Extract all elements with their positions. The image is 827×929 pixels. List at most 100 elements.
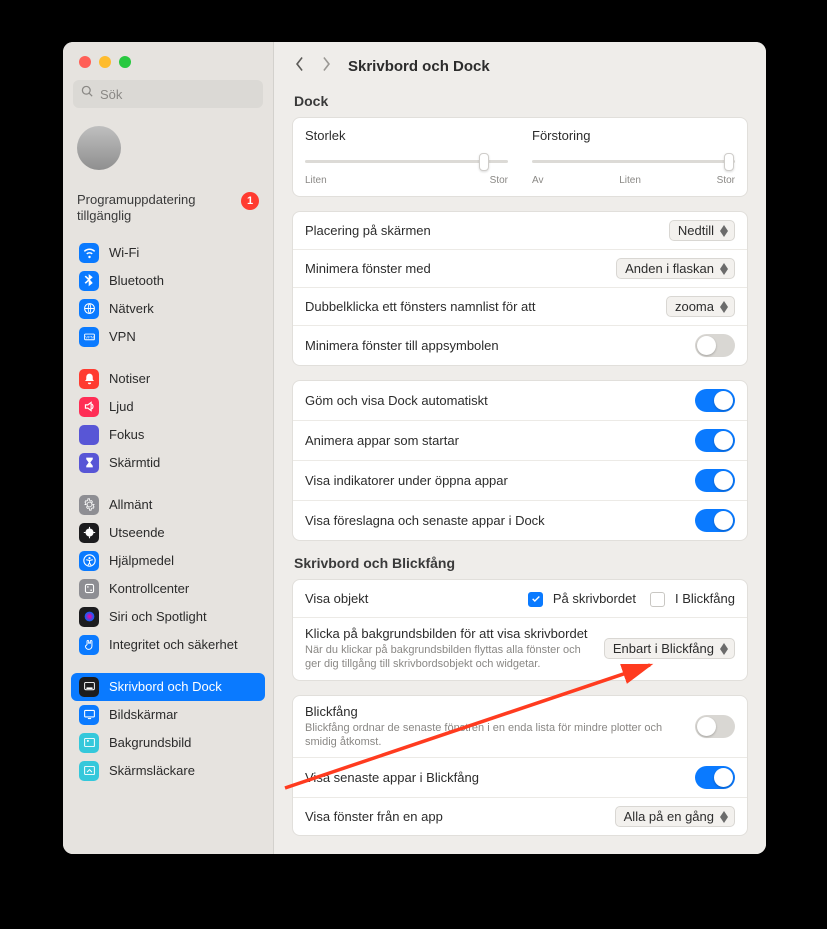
mag-slider[interactable] <box>532 151 735 171</box>
sidebar-item-label: Integritet och säkerhet <box>109 637 238 652</box>
sidebar-item-sk-rmsl-ckare[interactable]: Skärmsläckare <box>71 757 265 785</box>
sidebar-item-ljud[interactable]: Ljud <box>71 393 265 421</box>
sidebar-item-wi-fi[interactable]: Wi-Fi <box>71 239 265 267</box>
size-min-label: Liten <box>305 175 327 186</box>
size-label: Storlek <box>305 128 508 143</box>
sidebar-item-integritet-och-s-kerhet[interactable]: Integritet och säkerhet <box>71 631 265 659</box>
avatar[interactable] <box>77 126 121 170</box>
sidebar-item-vpn[interactable]: VPNVPN <box>71 323 265 351</box>
topbar: Skrivbord och Dock <box>274 42 766 87</box>
wallpaper-icon <box>79 733 99 753</box>
sidebar-item-kontrollcenter[interactable]: Kontrollcenter <box>71 575 265 603</box>
sidebar-item-notiser[interactable]: Notiser <box>71 365 265 393</box>
chevron-updown-icon <box>720 263 728 275</box>
in-stage-checkbox[interactable] <box>650 592 665 607</box>
sidebar-item-label: Skärmtid <box>109 455 160 470</box>
sidebar-item-label: Utseende <box>109 525 165 540</box>
size-slider-knob[interactable] <box>479 153 489 171</box>
software-update-item[interactable]: Programuppdatering tillgänglig 1 <box>63 176 273 233</box>
chevron-updown-icon <box>720 225 728 237</box>
sidebar-item-skrivbord-och-dock[interactable]: Skrivbord och Dock <box>71 673 265 701</box>
click-bg-desc: När du klickar på bakgrundsbilden flytta… <box>305 643 594 672</box>
sidebar-item-fokus[interactable]: Fokus <box>71 421 265 449</box>
size-slider[interactable] <box>305 151 508 171</box>
position-select[interactable]: Nedtill <box>669 220 735 241</box>
bell-icon <box>79 369 99 389</box>
sidebar-nav: Wi-Fi Bluetooth Nätverk VPNVPN Notiser Ljud Fo… <box>63 233 273 855</box>
min-to-app-label: Minimera fönster till appsymbolen <box>305 338 499 353</box>
zoom-window-button[interactable] <box>119 56 131 68</box>
window-controls <box>63 42 273 80</box>
forward-button[interactable] <box>320 56 334 77</box>
sidebar-item-hj-lpmedel[interactable]: Hjälpmedel <box>71 547 265 575</box>
settings-window: Programuppdatering tillgänglig 1 Wi-Fi Bl… <box>63 42 766 854</box>
sidebar-item-label: Wi-Fi <box>109 245 139 260</box>
software-update-label: Programuppdatering tillgänglig <box>77 192 231 225</box>
click-bg-select[interactable]: Enbart i Blickfång <box>604 638 735 659</box>
screensaver-icon <box>79 761 99 781</box>
dblclick-select[interactable]: zooma <box>666 296 735 317</box>
sidebar-item-label: Siri och Spotlight <box>109 609 207 624</box>
sidebar-item-utseende[interactable]: Utseende <box>71 519 265 547</box>
sidebar-item-label: Kontrollcenter <box>109 581 189 596</box>
page-title: Skrivbord och Dock <box>348 58 490 75</box>
dblclick-label: Dubbelklicka ett fönsters namnlist för a… <box>305 299 536 314</box>
stage-manager-card: Blickfång Blickfång ordnar de senaste fö… <box>292 695 748 837</box>
dock-sliders-card: Storlek Liten Stor Förstoring <box>292 117 748 197</box>
search-input[interactable] <box>100 87 255 102</box>
windows-from-select[interactable]: Alla på en gång <box>615 806 735 827</box>
sidebar-item-bluetooth[interactable]: Bluetooth <box>71 267 265 295</box>
sidebar-item-label: Bluetooth <box>109 273 164 288</box>
search-field[interactable] <box>73 80 263 108</box>
recent-apps-toggle[interactable] <box>695 766 735 789</box>
sidebar-item-label: Allmänt <box>109 497 152 512</box>
wifi-icon <box>79 243 99 263</box>
stage-toggle[interactable] <box>695 715 735 738</box>
autohide-toggle[interactable] <box>695 389 735 412</box>
sidebar-item-label: Ljud <box>109 399 134 414</box>
show-items-card: Visa objekt På skrivbordet I Blickfång K… <box>292 579 748 681</box>
mag-min-label: Liten <box>619 175 641 186</box>
show-items-label: Visa objekt <box>305 591 368 606</box>
sidebar-item-label: Nätverk <box>109 301 154 316</box>
back-button[interactable] <box>292 56 306 77</box>
sidebar-item-label: Bildskärmar <box>109 707 178 722</box>
indicators-toggle[interactable] <box>695 469 735 492</box>
minimize-effect-select[interactable]: Anden i flaskan <box>616 258 735 279</box>
close-window-button[interactable] <box>79 56 91 68</box>
svg-text:VPN: VPN <box>85 335 93 340</box>
sidebar-item-label: Skrivbord och Dock <box>109 679 222 694</box>
content-scroll[interactable]: Dock Storlek Liten Stor <box>274 87 766 854</box>
moon-icon <box>79 425 99 445</box>
accessibility-icon <box>79 551 99 571</box>
min-to-app-toggle[interactable] <box>695 334 735 357</box>
sidebar-item-allm-nt[interactable]: Allmänt <box>71 491 265 519</box>
sidebar: Programuppdatering tillgänglig 1 Wi-Fi Bl… <box>63 42 274 854</box>
dock-options-card: Placering på skärmen Nedtill Minimera fö… <box>292 211 748 366</box>
indicators-label: Visa indikatorer under öppna appar <box>305 473 508 488</box>
minimize-window-button[interactable] <box>99 56 111 68</box>
sidebar-item-label: Bakgrundsbild <box>109 735 191 750</box>
suggested-toggle[interactable] <box>695 509 735 532</box>
hand-icon <box>79 635 99 655</box>
sidebar-item-bakgrundsbild[interactable]: Bakgrundsbild <box>71 729 265 757</box>
sidebar-item-label: Hjälpmedel <box>109 553 174 568</box>
on-desktop-checkbox[interactable] <box>528 592 543 607</box>
mag-slider-knob[interactable] <box>724 153 734 171</box>
bluetooth-icon <box>79 271 99 291</box>
chevron-updown-icon <box>720 301 728 313</box>
sound-icon <box>79 397 99 417</box>
sidebar-item-sk-rmtid[interactable]: Skärmtid <box>71 449 265 477</box>
sidebar-item-n-tverk[interactable]: Nätverk <box>71 295 265 323</box>
sidebar-item-bildsk-rmar[interactable]: Bildskärmar <box>71 701 265 729</box>
stage-heading: Skrivbord och Blickfång <box>294 555 746 571</box>
sidebar-item-siri-och-spotlight[interactable]: Siri och Spotlight <box>71 603 265 631</box>
control-icon <box>79 579 99 599</box>
animate-label: Animera appar som startar <box>305 433 459 448</box>
sidebar-item-label: Notiser <box>109 371 150 386</box>
animate-toggle[interactable] <box>695 429 735 452</box>
search-icon <box>81 85 94 103</box>
autohide-label: Göm och visa Dock automatiskt <box>305 393 488 408</box>
stage-label: Blickfång <box>305 704 685 719</box>
vpn-icon: VPN <box>79 327 99 347</box>
